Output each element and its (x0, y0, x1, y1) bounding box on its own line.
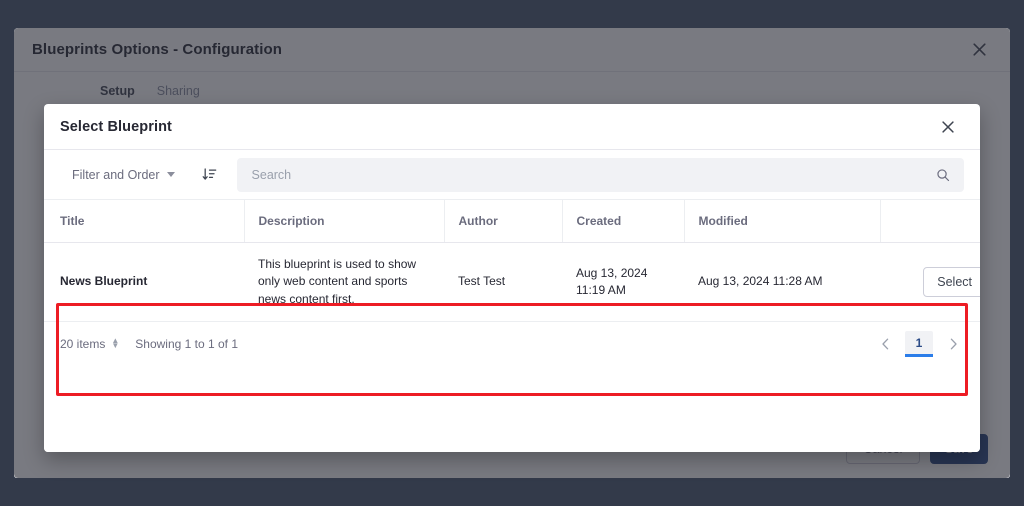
select-blueprint-modal: Select Blueprint Filter and Order Search… (44, 104, 980, 452)
table-header-row: Title Description Author Created Modifie… (44, 200, 980, 243)
screen: Blueprints Options - Configuration Setup… (0, 0, 1024, 506)
select-button[interactable]: Select (923, 267, 980, 298)
search-icon[interactable] (923, 159, 963, 191)
modal-empty-area (44, 366, 980, 452)
chevron-right-icon[interactable] (942, 333, 964, 355)
sort-descending-icon[interactable] (195, 161, 225, 189)
search-bar (236, 157, 964, 192)
cell-created: Aug 13, 2024 11:19 AM (562, 242, 684, 323)
cell-modified: Aug 13, 2024 11:28 AM (684, 242, 880, 323)
filter-and-order-dropdown[interactable]: Filter and Order (60, 162, 185, 188)
column-header-actions (880, 200, 980, 243)
column-header-description[interactable]: Description (244, 200, 445, 243)
cell-author: Test Test (444, 242, 562, 323)
column-header-author[interactable]: Author (444, 200, 563, 243)
showing-range-label: Showing 1 to 1 of 1 (135, 337, 239, 352)
up-down-caret-icon: ▲ ▼ (111, 336, 120, 351)
cell-title: News Blueprint (44, 242, 244, 323)
pagination-nav: 1 (874, 331, 964, 358)
filter-and-order-label: Filter and Order (72, 167, 160, 182)
search-input[interactable] (237, 158, 923, 191)
modal-header: Select Blueprint (44, 104, 980, 150)
items-per-page-label: 20 items (60, 337, 106, 352)
column-header-title[interactable]: Title (44, 200, 245, 243)
column-header-created[interactable]: Created (562, 200, 685, 243)
modal-title: Select Blueprint (60, 118, 172, 135)
page-number-1[interactable]: 1 (905, 331, 933, 358)
chevron-down-icon (166, 172, 175, 177)
cell-actions: Select (880, 242, 980, 323)
pagination-bar: 20 items ▲ ▼ Showing 1 to 1 of 1 1 (44, 322, 980, 366)
blueprints-table-region: Title Description Author Created Modifie… (44, 200, 980, 396)
table-row[interactable]: News Blueprint This blueprint is used to… (44, 242, 980, 323)
column-header-modified[interactable]: Modified (684, 200, 881, 243)
chevron-left-icon[interactable] (874, 333, 896, 355)
items-per-page-selector[interactable]: 20 items ▲ ▼ (60, 337, 119, 351)
close-icon[interactable] (936, 115, 960, 139)
cell-description: This blueprint is used to show only web … (244, 242, 444, 323)
blueprints-table: Title Description Author Created Modifie… (44, 200, 980, 323)
management-toolbar: Filter and Order (44, 150, 980, 200)
